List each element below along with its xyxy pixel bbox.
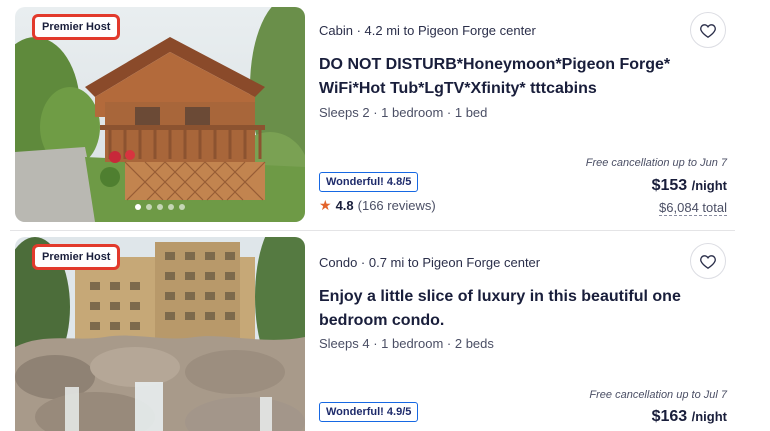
total-price[interactable]: $6,084 total: [659, 200, 727, 216]
listing-card[interactable]: Premier Host Condo · 0.7 mi to Pigeon Fo…: [0, 231, 770, 431]
price-unit: /night: [691, 178, 727, 193]
cancellation-policy: Free cancellation up to Jul 7: [589, 389, 727, 401]
listing-photo-cabin[interactable]: Premier Host: [15, 7, 305, 222]
favorite-button[interactable]: [690, 243, 726, 279]
premier-host-badge: Premier Host: [31, 244, 121, 270]
carousel-dot[interactable]: [157, 204, 163, 210]
listing-type-distance: Condo · 0.7 mi to Pigeon Forge center: [319, 255, 541, 270]
listing-title[interactable]: Enjoy a little slice of luxury in this b…: [319, 285, 699, 333]
cabin-photo: [15, 7, 305, 222]
review-count: (166 reviews): [357, 198, 436, 213]
cancellation-policy: Free cancellation up to Jun 7: [585, 157, 727, 169]
carousel-dot[interactable]: [168, 204, 174, 210]
review-summary[interactable]: ★ 4.8 (166 reviews): [319, 197, 436, 214]
rating-badge: Wonderful! 4.9/5: [319, 402, 419, 422]
heart-outline-icon: [700, 254, 716, 269]
review-score: 4.8: [335, 198, 354, 213]
listing-title[interactable]: DO NOT DISTURB*Honeymoon*Pigeon Forge* W…: [319, 53, 699, 101]
carousel-dot[interactable]: [135, 204, 141, 210]
listing-card[interactable]: Premier Host Cabin · 4.2 mi to Pigeon Fo…: [0, 0, 770, 231]
listing-type-distance: Cabin · 4.2 mi to Pigeon Forge center: [319, 23, 536, 38]
heart-outline-icon: [700, 23, 716, 38]
photo-carousel-dots[interactable]: [15, 204, 305, 210]
premier-host-badge: Premier Host: [31, 14, 121, 40]
price-amount: $163: [651, 408, 688, 425]
listing-photo-condo[interactable]: Premier Host: [15, 237, 305, 431]
carousel-dot[interactable]: [146, 204, 152, 210]
listing-capacity: Sleeps 2 · 1 bedroom · 1 bed: [319, 105, 488, 120]
price-unit: /night: [691, 409, 727, 424]
rating-badge: Wonderful! 4.8/5: [319, 172, 419, 192]
price-amount: $153: [651, 177, 688, 194]
star-icon: ★: [319, 197, 332, 213]
carousel-dot[interactable]: [179, 204, 185, 210]
nightly-price: $163 /night: [652, 408, 727, 426]
favorite-button[interactable]: [690, 12, 726, 48]
nightly-price: $153 /night: [652, 177, 727, 195]
listing-capacity: Sleeps 4 · 1 bedroom · 2 beds: [319, 336, 494, 351]
